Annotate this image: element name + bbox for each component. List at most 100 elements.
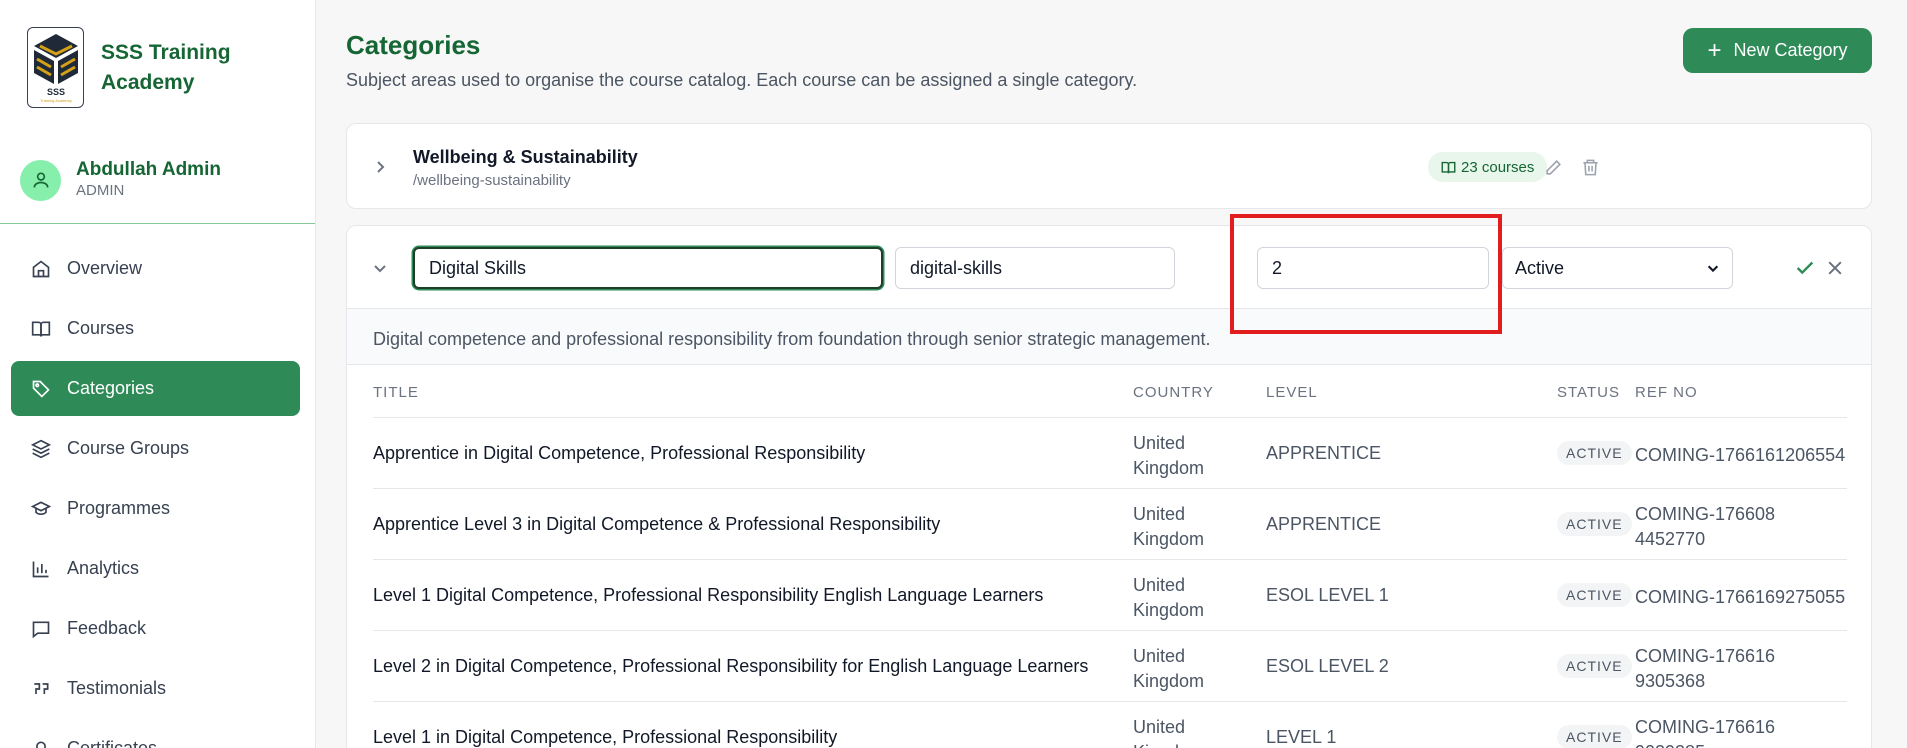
sidebar-item-label: Analytics [67,558,140,578]
graduation-cap-icon [30,498,52,520]
user-role: ADMIN [76,182,125,199]
cell-ref: COMING-1766084452770 [1635,504,1776,549]
plus-icon: + [1707,36,1722,64]
status-badge: ACTIVE [1557,512,1632,536]
category-slug-input[interactable] [895,247,1175,289]
cell-ref: COMING-1766169305368 [1635,646,1776,691]
category-edit-card: Active Digital competence and profession… [346,225,1872,748]
sidebar-item-feedback[interactable]: Feedback [11,601,300,656]
sidebar-item-label: Testimonials [67,678,167,698]
cell-level: LEVEL 1 [1266,727,1337,747]
cell-title: Level 1 Digital Competence, Professional… [373,585,1044,605]
cell-country: United Kingdom [1133,575,1205,620]
tag-icon [30,378,52,400]
sidebar-item-label: Feedback [67,618,147,638]
cell-title: Apprentice in Digital Competence, Profes… [373,443,866,463]
logo-caption: Training Academy [40,98,72,103]
category-name-input[interactable] [413,247,883,289]
chevron-down-icon[interactable] [372,260,388,276]
sidebar-item-analytics[interactable]: Analytics [11,541,300,596]
sidebar-item-label: Programmes [67,498,171,518]
courses-count: 23 courses [1461,158,1535,176]
courses-table: TITLE COUNTRY LEVEL STATUS REF NO Appren… [373,366,1847,748]
message-icon [30,618,52,640]
cell-level: ESOL LEVEL 1 [1266,585,1389,605]
col-title: TITLE [373,384,419,401]
new-category-label: New Category [1733,40,1848,60]
status-badge: ACTIVE [1557,654,1632,678]
sidebar-item-categories[interactable]: Categories [11,361,300,416]
edit-icon[interactable] [1542,156,1564,178]
table-row[interactable]: Level 1 in Digital Competence, Professio… [373,702,1847,748]
sidebar-item-label: Overview [67,258,143,278]
sidebar-nav: Overview Courses Categories Course Group… [11,241,300,748]
save-check-icon[interactable] [1794,257,1816,279]
certificate-icon [30,738,52,748]
cell-country: United Kingdom [1133,717,1204,748]
book-icon [30,318,52,340]
sidebar-item-programmes[interactable]: Programmes [11,481,300,536]
col-level: LEVEL [1266,384,1318,401]
sidebar-item-courses[interactable]: Courses [11,301,300,356]
new-category-button[interactable]: + New Category [1683,28,1872,73]
logo-text: SSS [47,87,65,97]
user-profile[interactable]: Abdullah Admin ADMIN [20,159,221,201]
chevron-right-icon[interactable] [372,159,388,175]
status-badge: ACTIVE [1557,583,1632,607]
cell-level: ESOL LEVEL 2 [1266,656,1389,676]
cell-title: Level 2 in Digital Competence, Professio… [373,656,1089,676]
sidebar-item-testimonials[interactable]: Testimonials [11,661,300,716]
chevron-down-icon [1707,265,1719,273]
sidebar-item-label: Certificates [67,738,158,748]
cancel-close-icon[interactable] [1824,257,1846,279]
cell-level: APPRENTICE [1266,514,1382,534]
status-select-value: Active [1515,257,1565,278]
user-icon [33,172,48,188]
sidebar-item-certificates[interactable]: Certificates [11,721,300,748]
brand-name: SSS Training Academy [101,40,231,94]
sidebar-divider [0,223,315,224]
sidebar-item-label: Courses [67,318,135,338]
sidebar-item-overview[interactable]: Overview [11,241,300,296]
sidebar-item-label: Course Groups [67,438,190,458]
category-slug: /wellbeing-sustainability [413,172,571,189]
table-header: TITLE COUNTRY LEVEL STATUS REF NO [373,366,1847,418]
col-ref: REF NO [1635,384,1698,401]
bar-chart-icon [30,558,52,580]
status-select[interactable]: Active [1502,247,1733,289]
page-title: Categories [346,30,481,60]
book-open-icon [1441,161,1456,173]
table-row[interactable]: Level 2 in Digital Competence, Professio… [373,631,1847,702]
category-description: Digital competence and professional resp… [373,329,1211,349]
trash-icon[interactable] [1579,156,1601,178]
brand[interactable]: SSS Training Academy SSS Training Academ… [27,27,261,108]
highlight-box [1230,214,1502,334]
cell-ref: COMING-1766169029385 [1635,717,1776,748]
category-card[interactable]: Wellbeing & Sustainability /wellbeing-su… [346,123,1872,209]
courses-count-badge: 23 courses [1428,152,1548,182]
table-row[interactable]: Apprentice Level 3 in Digital Competence… [373,489,1847,560]
cell-title: Level 1 in Digital Competence, Professio… [373,727,838,747]
layers-icon [30,438,52,460]
sidebar-item-course-groups[interactable]: Course Groups [11,421,300,476]
page-subtitle: Subject areas used to organise the cours… [346,70,1138,90]
table-row[interactable]: Apprentice in Digital Competence, Profes… [373,418,1847,489]
cell-country: United Kingdom [1133,504,1205,549]
cell-ref: COMING-1766161206554 [1635,445,1846,465]
col-country: COUNTRY [1133,384,1214,401]
user-name: Abdullah Admin [76,159,221,180]
home-icon [30,258,52,280]
main-content: Categories Subject areas used to organis… [316,0,1907,748]
category-name: Wellbeing & Sustainability [413,147,638,167]
sidebar: SSS Training Academy SSS Training Academ… [0,0,316,748]
quote-icon [30,678,52,700]
brand-logo: SSS Training Academy [27,27,84,108]
col-status: STATUS [1557,384,1620,401]
table-row[interactable]: Level 1 Digital Competence, Professional… [373,560,1847,631]
cell-country: United Kingdom [1133,646,1205,691]
cell-title: Apprentice Level 3 in Digital Competence… [373,514,941,534]
sidebar-item-label: Categories [67,378,155,398]
cell-level: APPRENTICE [1266,443,1382,463]
cell-ref: COMING-1766169275055 [1635,587,1846,607]
avatar [20,159,61,201]
